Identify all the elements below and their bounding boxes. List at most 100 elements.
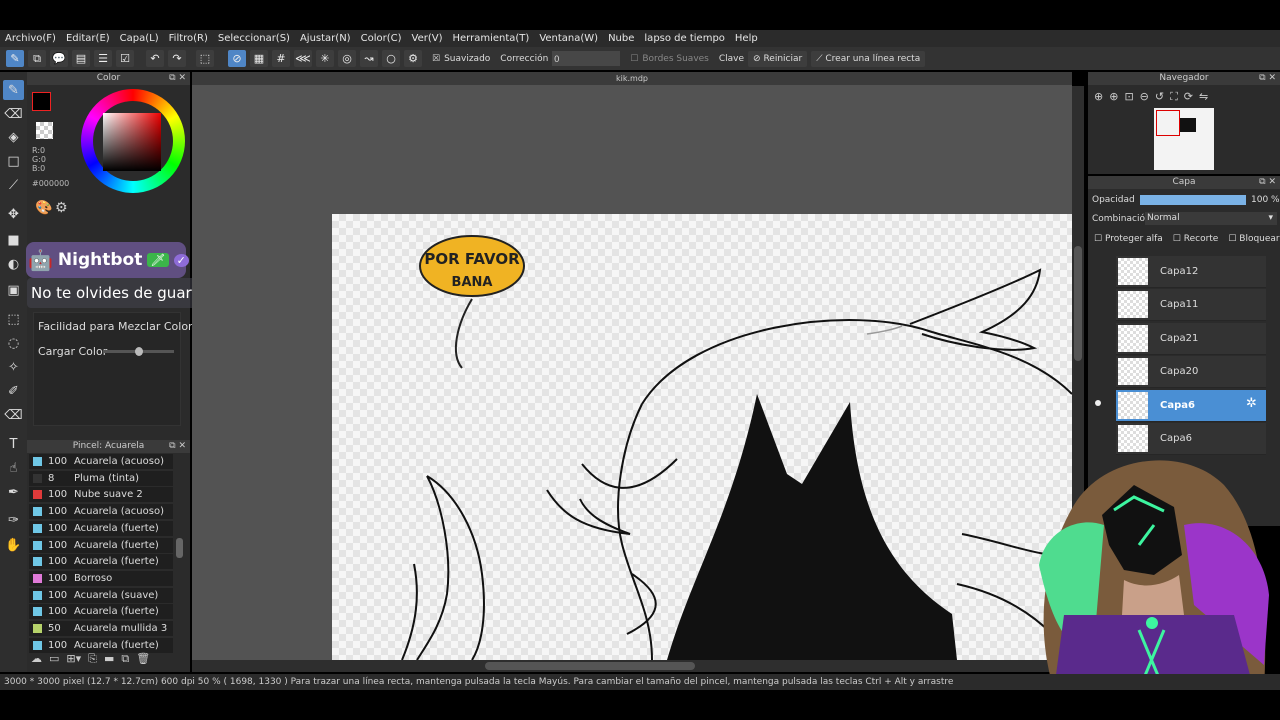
brush-tool-icon[interactable]: ✎ <box>3 80 24 100</box>
panel-close-icon[interactable]: ⧉ ✕ <box>169 72 186 85</box>
move-tool-icon[interactable]: ✥ <box>3 204 24 224</box>
clip-checkbox[interactable]: ☐ Recorte <box>1173 234 1219 244</box>
brush-item[interactable]: 100 Nube suave 2 <box>29 487 173 503</box>
pipette-tool-icon[interactable]: ✑ <box>3 510 24 530</box>
menu-item[interactable]: Filtro(R) <box>164 33 213 44</box>
fill-tool-icon[interactable]: ◐ <box>3 254 24 274</box>
snap-radial-icon[interactable]: ✳ <box>316 50 334 67</box>
magic-wand-tool-icon[interactable]: ✧ <box>3 357 24 377</box>
foreground-color-swatch[interactable] <box>32 92 51 111</box>
zoom-in-2-icon[interactable]: ⊕ <box>1109 90 1118 104</box>
snap-parallel-icon[interactable]: ▦ <box>250 50 268 67</box>
bucket-tool-icon[interactable]: ◈ <box>3 127 24 147</box>
snap-curve-icon[interactable]: ↝ <box>360 50 378 67</box>
snap-circle-icon[interactable]: ◎ <box>338 50 356 67</box>
horizontal-scroll-thumb[interactable] <box>485 662 695 670</box>
suavizado-checkbox-icon[interactable]: ☒ <box>432 54 440 64</box>
deselect-icon[interactable]: ⬚ <box>196 50 214 67</box>
line-tool-icon[interactable]: ⟋ <box>3 175 24 195</box>
brush-item[interactable]: 100 Acuarela (suave) <box>29 587 173 603</box>
horizontal-scrollbar[interactable] <box>192 660 1072 672</box>
brush-copy-icon[interactable]: ⎘ <box>88 652 97 666</box>
brush-panel-close-icon[interactable]: ⧉ ✕ <box>169 440 186 453</box>
layer-row[interactable]: Capa11 <box>1116 289 1266 322</box>
text-tool-icon[interactable]: T <box>3 434 24 454</box>
brush-item[interactable]: 8 Pluma (tinta) <box>29 470 173 486</box>
menu-item[interactable]: Capa(L) <box>115 33 164 44</box>
brush-add-icon[interactable]: ⊞▾ <box>66 652 81 666</box>
brush-cloud-icon[interactable]: ☁ <box>31 652 42 666</box>
layer-row[interactable]: Capa20 <box>1116 356 1266 389</box>
bordes-checkbox-icon[interactable]: ☐ <box>630 54 638 64</box>
lock-checkbox[interactable]: ☐ Bloquear <box>1228 234 1279 244</box>
brush-item[interactable]: 100 Acuarela (acuoso) <box>29 504 173 520</box>
layer-row[interactable]: Capa21 <box>1116 322 1266 355</box>
menu-item[interactable]: Color(C) <box>356 33 407 44</box>
snap-off-icon[interactable]: ⊘ <box>228 50 246 67</box>
brush-scroll-thumb[interactable] <box>176 538 183 558</box>
redo-icon[interactable]: ↷ <box>168 50 186 67</box>
menu-item[interactable]: Ver(V) <box>407 33 448 44</box>
checklist-icon[interactable]: ☑ <box>116 50 134 67</box>
rotate-reset-icon[interactable]: ⟳ <box>1184 90 1193 104</box>
snap-settings-icon[interactable]: ⚙ <box>404 50 422 67</box>
menu-item[interactable]: Help <box>730 33 763 44</box>
brush-delete-icon[interactable]: 🗑 <box>136 652 150 666</box>
load-slider-thumb[interactable] <box>135 347 143 356</box>
brush-item[interactable]: 100 Acuarela (fuerte) <box>29 604 173 620</box>
fullscreen-icon[interactable]: ⛶ <box>1170 90 1178 104</box>
color-wheel[interactable] <box>81 89 185 193</box>
layer-visibility-icon[interactable] <box>1095 400 1101 406</box>
brush-item[interactable]: 100 Acuarela (acuoso) <box>29 454 173 469</box>
fill-rect-tool-icon[interactable]: ■ <box>3 230 24 250</box>
dropper-tool-icon[interactable]: ✒ <box>3 482 24 502</box>
fit-icon[interactable]: ⊡ <box>1124 90 1133 104</box>
document-tab[interactable]: kik.mdp <box>192 72 1072 85</box>
shape-tool-icon[interactable]: □ <box>3 151 24 171</box>
palette-icon[interactable]: 🎨 <box>35 200 52 216</box>
brush-list-scrollbar[interactable] <box>174 454 184 649</box>
brush-item[interactable]: 100 Acuarela (fuerte) <box>29 537 173 553</box>
navigator-preview[interactable] <box>1154 108 1214 170</box>
lasso-tool-icon[interactable]: ◌ <box>3 333 24 353</box>
layer-icon[interactable]: ⧉ <box>28 50 46 67</box>
load-slider[interactable] <box>104 347 174 356</box>
hand-tool-icon[interactable]: ✋ <box>3 535 24 555</box>
snap-grid-icon[interactable]: # <box>272 50 290 67</box>
menu-item[interactable]: Archivo(F) <box>0 33 61 44</box>
eraser-tool-icon[interactable]: ⌫ <box>3 104 24 124</box>
layer-row[interactable]: Capa12 <box>1116 256 1266 288</box>
brush-item[interactable]: 100 Acuarela (fuerte) <box>29 637 173 653</box>
brush-folder-icon[interactable]: ▬ <box>104 652 114 666</box>
protect-alpha-checkbox[interactable]: ☐ Proteger alfa <box>1094 234 1163 244</box>
snap-ellipse-icon[interactable]: ○ <box>382 50 400 67</box>
undo-icon[interactable]: ↶ <box>146 50 164 67</box>
palette-settings-icon[interactable]: ⚙ <box>55 200 68 216</box>
opacity-slider[interactable] <box>1140 195 1246 205</box>
flip-icon[interactable]: ⇋ <box>1199 90 1208 104</box>
blend-select[interactable]: Normal ▾ <box>1145 212 1277 225</box>
brush-mode-icon[interactable]: ✎ <box>6 50 24 67</box>
snap-vanish-icon[interactable]: ⋘ <box>294 50 312 67</box>
rotate-left-icon[interactable]: ↺ <box>1155 90 1164 104</box>
menu-item[interactable]: Seleccionar(S) <box>213 33 295 44</box>
correccion-select[interactable] <box>552 51 621 66</box>
brush-item[interactable]: 100 Acuarela (fuerte) <box>29 520 173 536</box>
zoom-out-icon[interactable]: ⊖ <box>1140 90 1149 104</box>
navigator-close-icon[interactable]: ⧉ ✕ <box>1259 72 1276 85</box>
layer-settings-gear-icon[interactable]: ✲ <box>1246 396 1257 411</box>
artboard[interactable]: POR FAVOR BANA <box>332 214 1072 660</box>
linea-recta-button[interactable]: ⟋ Crear una línea recta <box>811 50 926 67</box>
transparent-color-swatch[interactable] <box>36 122 53 139</box>
gradient-tool-icon[interactable]: ▣ <box>3 280 24 300</box>
list-icon[interactable]: ☰ <box>94 50 112 67</box>
hand-lasso-tool-icon[interactable]: ☝ <box>3 458 24 478</box>
brush-duplicate-icon[interactable]: ⧉ <box>121 652 129 666</box>
bubble-icon[interactable]: 💬 <box>50 50 68 67</box>
menu-item[interactable]: lapso de tiempo <box>639 33 730 44</box>
panel-icon[interactable]: ▤ <box>72 50 90 67</box>
saturation-value-square[interactable] <box>103 113 161 171</box>
menu-item[interactable]: Ajustar(N) <box>295 33 356 44</box>
menu-item[interactable]: Herramienta(T) <box>447 33 534 44</box>
vertical-scroll-thumb[interactable] <box>1074 246 1082 361</box>
